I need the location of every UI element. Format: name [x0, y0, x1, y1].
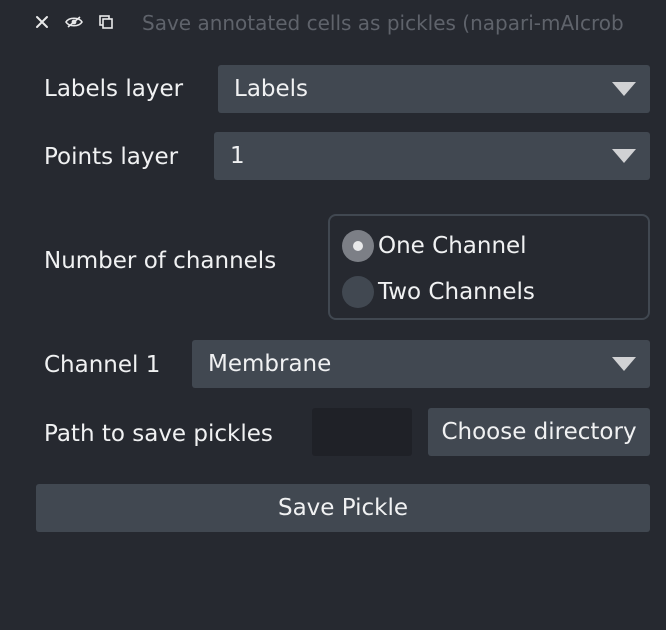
save-pickle-button[interactable]: Save Pickle — [36, 484, 650, 532]
num-channels-label: Number of channels — [44, 248, 277, 274]
close-icon[interactable] — [32, 12, 52, 32]
radio-one-channel[interactable]: One Channel — [342, 228, 527, 264]
path-label: Path to save pickles — [44, 421, 273, 447]
points-layer-label: Points layer — [44, 144, 179, 170]
chevron-down-icon — [612, 357, 636, 371]
choose-directory-button[interactable]: Choose directory — [428, 408, 650, 456]
title-bar: Save annotated cells as pickles (napari-… — [0, 0, 666, 46]
float-icon[interactable] — [96, 12, 116, 32]
channel1-label: Channel 1 — [44, 352, 161, 378]
radio-two-channels-label: Two Channels — [378, 279, 535, 305]
channel1-value: Membrane — [208, 351, 332, 377]
window-title: Save annotated cells as pickles (napari-… — [142, 11, 624, 35]
radio-two-channels[interactable]: Two Channels — [342, 274, 535, 310]
channel1-dropdown[interactable]: Membrane — [192, 340, 650, 388]
labels-layer-value: Labels — [234, 76, 309, 102]
hide-icon[interactable] — [64, 12, 84, 32]
labels-layer-label: Labels layer — [44, 76, 184, 102]
channels-radio-group: One Channel Two Channels — [328, 214, 650, 320]
chevron-down-icon — [612, 149, 636, 163]
chevron-down-icon — [612, 82, 636, 96]
labels-layer-dropdown[interactable]: Labels — [218, 65, 650, 113]
radio-unchecked-icon — [342, 276, 374, 308]
points-layer-dropdown[interactable]: 1 — [214, 132, 650, 180]
radio-checked-icon — [342, 230, 374, 262]
points-layer-value: 1 — [230, 143, 245, 169]
radio-one-channel-label: One Channel — [378, 233, 527, 259]
path-field[interactable] — [312, 408, 412, 456]
